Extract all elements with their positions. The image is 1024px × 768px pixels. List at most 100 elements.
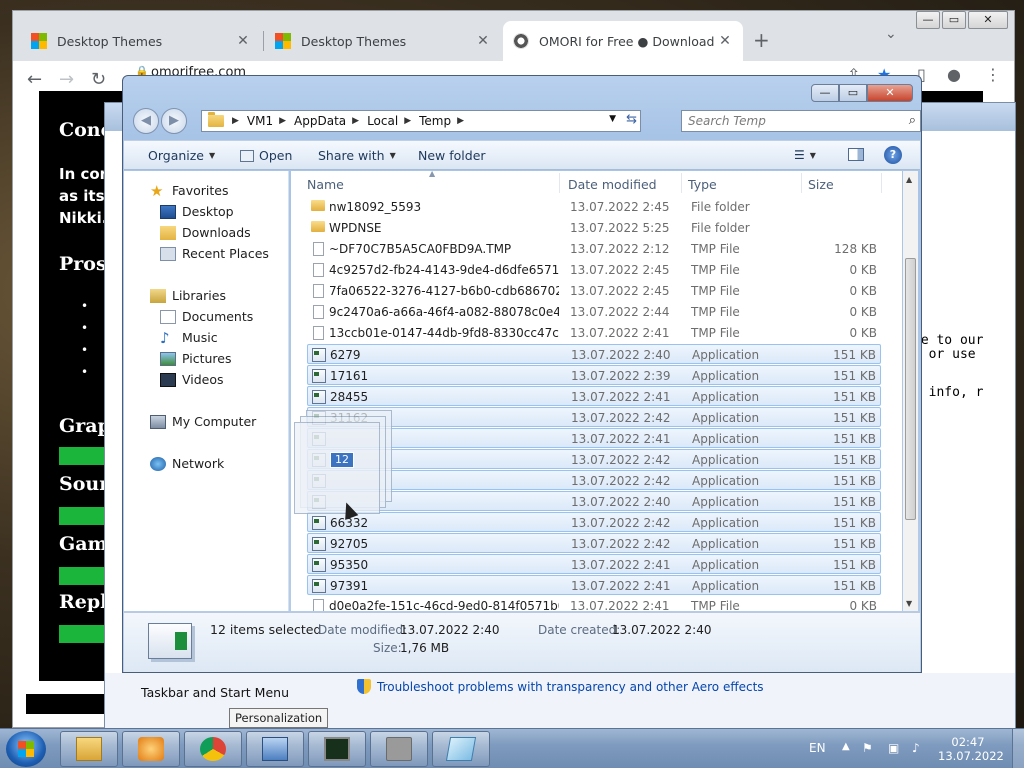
profile-icon[interactable]: ● xyxy=(947,65,961,84)
column-name[interactable]: Name xyxy=(307,177,344,192)
refresh-icon[interactable]: ⇆ xyxy=(626,112,637,127)
taskbar-window[interactable] xyxy=(370,731,428,767)
file-type: Application xyxy=(692,558,760,572)
table-row[interactable]: ~DF70C7B5A5CA0FBD9A.TMP 13.07.2022 2:12 TM… xyxy=(307,239,881,259)
new-tab-button[interactable]: + xyxy=(753,28,770,52)
scroll-down-icon[interactable]: ▼ xyxy=(906,599,912,608)
table-row[interactable]: 9c2470a6-a66a-46f4-a082-88078c0e4135.t..… xyxy=(307,302,881,322)
back-icon[interactable]: ← xyxy=(27,69,42,90)
chevron-right-icon[interactable]: ▶ xyxy=(279,116,286,126)
restore-button[interactable]: ▭ xyxy=(942,11,966,29)
breadcrumb-vm1[interactable]: VM1 xyxy=(247,114,273,128)
column-divider[interactable] xyxy=(681,173,682,193)
organize-button[interactable]: Organize ▼ xyxy=(148,148,215,163)
table-row[interactable]: WPDNSE 13.07.2022 5:25 File folder xyxy=(307,218,881,238)
show-hidden-icons-icon[interactable]: ▲ xyxy=(842,741,850,752)
breadcrumb-local[interactable]: Local xyxy=(367,114,398,128)
taskbar-explorer[interactable] xyxy=(60,731,118,767)
network-status-icon[interactable]: ▣ xyxy=(888,741,899,755)
nav-downloads[interactable]: Downloads xyxy=(160,225,251,240)
file-date-modified: 13.07.2022 2:41 xyxy=(571,390,671,404)
taskbar-control-panel[interactable] xyxy=(246,731,304,767)
scroll-up-icon[interactable]: ▲ xyxy=(906,175,912,184)
column-divider[interactable] xyxy=(881,173,882,193)
troubleshoot-link[interactable]: Troubleshoot problems with transparency … xyxy=(357,679,764,694)
taskbar-start-menu-link[interactable]: Taskbar and Start Menu xyxy=(141,685,289,700)
chevron-right-icon[interactable]: ▶ xyxy=(404,116,411,126)
view-options-button[interactable]: ☰ ▼ xyxy=(794,148,816,162)
tab-search-button[interactable]: ⌄ xyxy=(885,26,897,42)
nav-documents[interactable]: Documents xyxy=(160,309,253,324)
taskbar-chrome[interactable] xyxy=(184,731,242,767)
forward-icon[interactable]: → xyxy=(59,69,74,90)
nav-videos[interactable]: Videos xyxy=(160,372,224,387)
tab-omori[interactable]: OMORI for Free ● Download OM ✕ xyxy=(503,21,743,61)
table-row[interactable]: 92705 13.07.2022 2:42 Application 151 KB xyxy=(307,533,881,553)
open-button[interactable]: Open xyxy=(240,148,292,163)
column-divider[interactable] xyxy=(801,173,802,193)
taskbar-notepad[interactable] xyxy=(432,731,490,767)
share-with-button[interactable]: Share with ▼ xyxy=(318,148,396,163)
table-row[interactable]: 97391 13.07.2022 2:41 Application 151 KB xyxy=(307,575,881,595)
chevron-right-icon[interactable]: ▶ xyxy=(352,116,359,126)
table-row[interactable]: 95350 13.07.2022 2:41 Application 151 KB xyxy=(307,554,881,574)
nav-desktop[interactable]: Desktop xyxy=(160,204,234,219)
close-button[interactable]: ✕ xyxy=(867,84,913,102)
nav-favorites[interactable]: ★ Favorites xyxy=(150,183,228,198)
table-row[interactable]: 13ccb01e-0147-44db-9fd8-8330cc47c83d....… xyxy=(307,323,881,343)
table-row[interactable]: d0e0a2fe-151c-46cd-9ed0-814f0571b0a0....… xyxy=(307,596,881,611)
volume-icon[interactable]: ♪ xyxy=(912,741,920,755)
preview-pane-icon[interactable] xyxy=(848,148,864,161)
forward-icon[interactable]: ▶ xyxy=(161,108,187,134)
back-icon[interactable]: ◀ xyxy=(133,108,159,134)
close-tab-icon[interactable]: ✕ xyxy=(475,33,491,49)
table-row[interactable]: 4c9257d2-fb24-4143-9de4-d6dfe6571ee2....… xyxy=(307,260,881,280)
column-date-modified[interactable]: Date modified xyxy=(568,177,657,192)
table-row[interactable]: 17161 13.07.2022 2:39 Application 151 KB xyxy=(307,365,881,385)
help-icon[interactable]: ? xyxy=(884,146,902,164)
menu-icon[interactable]: ⋮ xyxy=(985,65,1001,84)
breadcrumb-bar[interactable]: ▶ VM1 ▶ AppData ▶ Local ▶ Temp ▶ ▼ ⇆ xyxy=(201,110,641,132)
tab-desktop-themes-2[interactable]: Desktop Themes ✕ xyxy=(265,21,501,61)
search-input[interactable]: Search Temp ⌕ xyxy=(681,110,921,132)
nav-pictures[interactable]: Pictures xyxy=(160,351,232,366)
new-folder-button[interactable]: New folder xyxy=(418,148,486,163)
table-row[interactable]: 66332 13.07.2022 2:42 Application 151 KB xyxy=(307,512,881,532)
taskbar-terminal[interactable] xyxy=(308,731,366,767)
search-icon[interactable]: ⌕ xyxy=(909,111,916,131)
clock[interactable]: 02:47 13.07.2022 xyxy=(938,735,1004,763)
chevron-right-icon[interactable]: ▶ xyxy=(457,116,464,126)
table-row[interactable]: 6279 13.07.2022 2:40 Application 151 KB xyxy=(307,344,881,364)
breadcrumb-appdata[interactable]: AppData xyxy=(294,114,346,128)
show-desktop-button[interactable] xyxy=(1012,729,1024,768)
minimize-button[interactable]: — xyxy=(811,84,839,102)
table-row[interactable]: nw18092_5593 13.07.2022 2:45 File folder xyxy=(307,197,881,217)
table-row[interactable]: 7fa06522-3276-4127-b6b0-cdb686702622....… xyxy=(307,281,881,301)
nav-my-computer[interactable]: My Computer xyxy=(150,414,256,429)
tab-desktop-themes-1[interactable]: Desktop Themes ✕ xyxy=(21,21,261,61)
minimize-button[interactable]: — xyxy=(916,11,940,29)
file-size: 151 KB xyxy=(833,474,876,488)
close-tab-icon[interactable]: ✕ xyxy=(717,33,733,49)
breadcrumb-temp[interactable]: Temp xyxy=(419,114,451,128)
history-dropdown-icon[interactable]: ▼ xyxy=(609,114,616,124)
reload-icon[interactable]: ↻ xyxy=(91,69,106,90)
nav-network[interactable]: Network xyxy=(150,456,224,471)
action-center-icon[interactable]: ⚑ xyxy=(862,741,873,755)
vertical-scrollbar[interactable]: ▲ ▼ xyxy=(903,171,918,611)
taskbar-media-player[interactable] xyxy=(122,731,180,767)
nav-music[interactable]: ♪ Music xyxy=(160,330,218,345)
nav-libraries[interactable]: Libraries xyxy=(150,288,226,303)
close-tab-icon[interactable]: ✕ xyxy=(235,33,251,49)
column-type[interactable]: Type xyxy=(688,177,717,192)
maximize-button[interactable]: ▭ xyxy=(839,84,867,102)
nav-label: Favorites xyxy=(172,183,229,198)
table-row[interactable]: 28455 13.07.2022 2:41 Application 151 KB xyxy=(307,386,881,406)
close-button[interactable]: ✕ xyxy=(968,11,1008,29)
language-indicator[interactable]: EN xyxy=(809,741,826,755)
scrollbar-thumb[interactable] xyxy=(905,258,916,520)
nav-recent-places[interactable]: Recent Places xyxy=(160,246,269,261)
column-divider[interactable] xyxy=(559,173,560,193)
start-button[interactable] xyxy=(6,731,46,767)
column-size[interactable]: Size xyxy=(808,177,834,192)
